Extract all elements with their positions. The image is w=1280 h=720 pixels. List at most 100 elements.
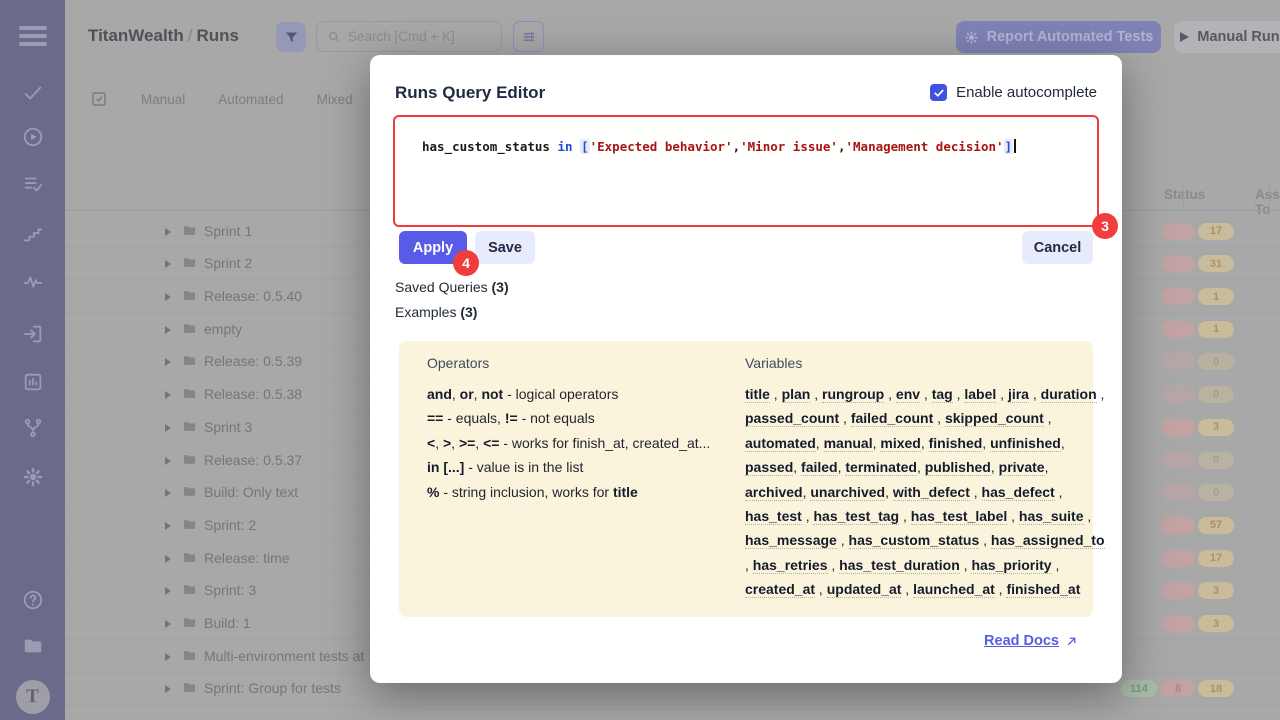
annotation-badge-3: 3 [1092,213,1118,239]
folder-icon [181,321,198,341]
sidebar-item-branch[interactable] [0,417,65,444]
run-title[interactable]: Sprint 2 [204,255,252,271]
folder-icon [22,635,44,662]
run-title[interactable]: empty [204,321,242,337]
run-title[interactable]: Build: Only text [204,484,298,500]
query-help-panel: Operators and, or, not - logical operato… [399,341,1093,617]
list-check-icon [22,173,44,200]
expand-caret-icon[interactable] [165,587,171,595]
skipped-count-badge: 0 [1198,484,1234,501]
failed-count-badge [1161,615,1195,632]
variable-help-line: title , plan , rungroup , env , tag , la… [745,382,1075,406]
modal-title: Runs Query Editor [395,83,545,103]
save-button[interactable]: Save [475,231,535,264]
query-editor[interactable]: has_custom_status in ['Expected behavior… [393,115,1099,227]
expand-caret-icon[interactable] [165,555,171,563]
variable-help-line: , has_retries , has_test_duration , has_… [745,553,1075,577]
folder-icon [181,648,198,668]
expand-caret-icon[interactable] [165,391,171,399]
expand-caret-icon[interactable] [165,260,171,268]
sidebar-item-bar-chart[interactable] [0,371,65,398]
sidebar-item-steps[interactable] [0,223,65,250]
folder-icon [181,615,198,635]
expand-caret-icon[interactable] [165,424,171,432]
failed-count-badge: 8 [1161,680,1195,697]
failed-count-badge [1161,223,1195,240]
sidebar-item-import[interactable] [0,323,65,350]
failed-count-badge [1161,550,1195,567]
check-icon [22,82,44,109]
skipped-count-badge: 3 [1198,615,1234,632]
run-title[interactable]: Sprint 1 [204,223,252,239]
saved-queries-toggle[interactable]: Saved Queries (3) [395,279,509,295]
expand-caret-icon[interactable] [165,358,171,366]
skipped-count-badge: 0 [1198,452,1234,469]
failed-count-badge [1161,484,1195,501]
external-link-icon [1065,635,1078,648]
failed-count-badge [1161,517,1195,534]
sidebar-item-menu[interactable] [0,22,65,50]
run-title[interactable]: Sprint 3 [204,419,252,435]
bar-chart-icon [22,371,44,398]
sidebar-item-folder[interactable] [0,635,65,662]
enable-autocomplete-checkbox[interactable] [930,84,947,101]
folder-icon [181,223,198,243]
sidebar-item-play-circle[interactable] [0,126,65,153]
enable-autocomplete-label: Enable autocomplete [956,84,1097,101]
import-icon [22,323,44,350]
logo-icon: T [16,680,50,714]
operator-help-line: <, >, >=, <= - works for finish_at, crea… [427,431,732,455]
row-divider [65,704,1280,705]
saved-queries-count: (3) [492,279,509,295]
steps-icon [22,223,44,250]
run-title[interactable]: Release: 0.5.37 [204,452,302,468]
expand-caret-icon[interactable] [165,620,171,628]
run-title[interactable]: Release: 0.5.39 [204,353,302,369]
skipped-count-badge: 1 [1198,288,1234,305]
run-title[interactable]: Release: 0.5.38 [204,386,302,402]
folder-icon [181,386,198,406]
read-docs-link[interactable]: Read Docs [984,633,1078,649]
expand-caret-icon[interactable] [165,653,171,661]
run-title[interactable]: Sprint: 2 [204,517,256,533]
sidebar-item-activity[interactable] [0,271,65,298]
query-text: has_custom_status in ['Expected behavior… [422,139,1016,154]
run-title[interactable]: Build: 1 [204,615,251,631]
app-logo: T [0,680,65,714]
expand-caret-icon[interactable] [165,489,171,497]
operator-help-line: == - equals, != - not equals [427,406,732,430]
variable-help-line: has_message , has_custom_status , has_as… [745,528,1075,552]
run-title[interactable]: Release: time [204,550,290,566]
variable-help-line: created_at , updated_at , launched_at , … [745,577,1075,601]
cancel-button[interactable]: Cancel [1022,231,1093,264]
expand-caret-icon[interactable] [165,326,171,334]
skipped-count-badge: 1 [1198,321,1234,338]
expand-caret-icon[interactable] [165,293,171,301]
folder-icon [181,353,198,373]
operators-heading: Operators [427,355,732,371]
folder-icon [181,517,198,537]
operator-help-line: % - string inclusion, works for title [427,480,732,504]
run-title[interactable]: Sprint: Group for tests [204,680,341,696]
expand-caret-icon[interactable] [165,522,171,530]
activity-icon [22,271,44,298]
annotation-badge-4: 4 [453,250,479,276]
passed-count-badge: 114 [1121,680,1157,697]
examples-toggle[interactable]: Examples (3) [395,304,477,320]
sidebar-item-help[interactable] [0,589,65,616]
sidebar-item-check[interactable] [0,82,65,109]
expand-caret-icon[interactable] [165,228,171,236]
skipped-count-badge: 57 [1198,517,1234,534]
sidebar-item-list-check[interactable] [0,173,65,200]
failed-count-badge [1161,353,1195,370]
run-title[interactable]: Sprint: 3 [204,582,256,598]
expand-caret-icon[interactable] [165,457,171,465]
sidebar-item-gear[interactable] [0,466,65,493]
folder-icon [181,582,198,602]
run-title[interactable]: Release: 0.5.40 [204,288,302,304]
operator-help-line: in [...] - value is in the list [427,455,732,479]
failed-count-badge [1161,255,1195,272]
sidebar: T [0,0,65,720]
folder-icon [181,452,198,472]
expand-caret-icon[interactable] [165,685,171,693]
